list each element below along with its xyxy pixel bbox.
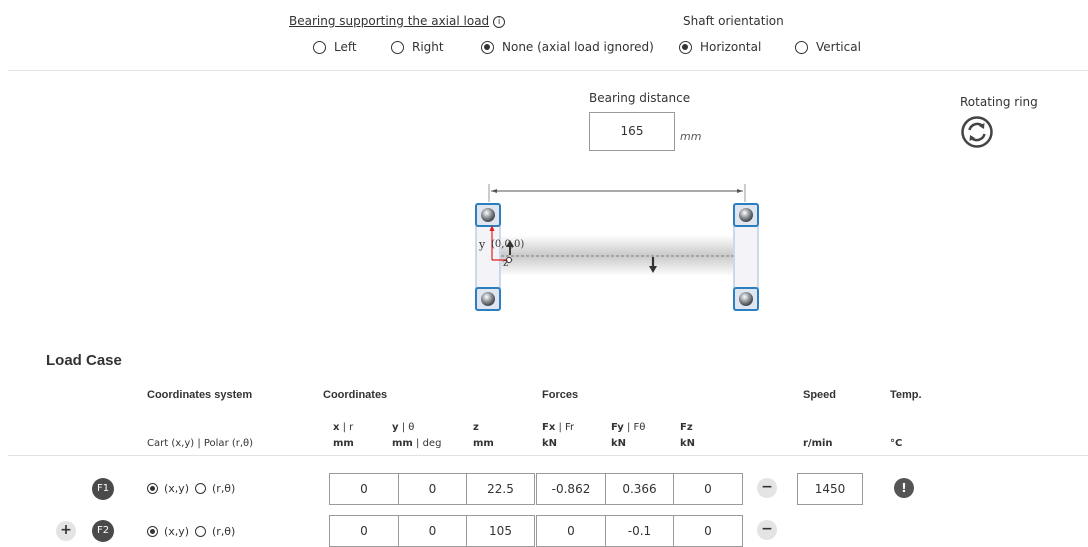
radio-right[interactable] — [391, 40, 404, 54]
f1-cart-radio[interactable] — [147, 483, 158, 494]
x-unit: mm — [333, 438, 354, 449]
header-divider — [8, 455, 1088, 456]
x-header: x | r — [333, 422, 354, 433]
coordinates-header: Coordinates — [323, 389, 388, 401]
f2-polar-radio[interactable] — [195, 526, 206, 537]
f1-x-input[interactable]: 0 — [329, 473, 399, 505]
y-header: y | θ — [392, 422, 415, 433]
bearing-distance-label: Bearing distance — [589, 91, 691, 105]
f1-fy-input[interactable]: 0.366 — [605, 473, 674, 505]
fz-header: Fz — [680, 422, 693, 433]
speed-header: Speed — [803, 389, 837, 401]
coord-system-subheader: Cart (x,y) | Polar (r,θ) — [147, 438, 254, 449]
info-icon[interactable]: i — [493, 16, 506, 28]
origin-label: (0,0,0) — [491, 239, 525, 250]
radio-horizontal[interactable] — [679, 40, 692, 54]
option-label: Horizontal — [700, 40, 762, 54]
f2-cart-option[interactable]: (x,y) — [147, 525, 189, 538]
f1-polar-option[interactable]: (r,θ) — [195, 482, 235, 495]
temp-unit: °C — [890, 438, 903, 449]
shaft-orientation-label: Shaft orientation — [683, 14, 784, 28]
f1-remove-button[interactable]: − — [757, 478, 777, 498]
option-label: Right — [412, 40, 444, 54]
f2-remove-button[interactable]: − — [757, 520, 777, 540]
cart-label: (x,y) — [164, 482, 190, 495]
f2-z-input[interactable]: 105 — [466, 515, 535, 547]
radio-vertical[interactable] — [795, 40, 808, 54]
f2-x-input[interactable]: 0 — [329, 515, 399, 547]
bearing-distance-input[interactable]: 165 — [589, 112, 675, 151]
f1-y-input[interactable]: 0 — [398, 473, 467, 505]
load-f1-badge: F1 — [92, 478, 114, 500]
f2-cart-radio[interactable] — [147, 526, 158, 537]
polar-label: (r,θ) — [212, 525, 236, 538]
orientation-option-vertical[interactable]: Vertical — [795, 40, 861, 54]
y-unit: mm | deg — [392, 438, 442, 449]
option-label: None (axial load ignored) — [502, 40, 654, 54]
load-case-title: Load Case — [46, 352, 122, 369]
f1-fz-input[interactable]: 0 — [673, 473, 743, 505]
orientation-option-horizontal[interactable]: Horizontal — [679, 40, 761, 54]
axial-option-right[interactable]: Right — [391, 40, 444, 54]
option-label: Left — [334, 40, 357, 54]
bearing-distance-unit: mm — [680, 130, 702, 143]
temp-header: Temp. — [890, 389, 922, 401]
axial-load-label: Bearing supporting the axial load i — [289, 14, 506, 28]
rotate-icon[interactable] — [961, 116, 993, 148]
radio-none[interactable] — [481, 40, 494, 54]
f1-z-input[interactable]: 22.5 — [466, 473, 535, 505]
z-header: z — [473, 422, 479, 433]
f2-fx-input[interactable]: 0 — [536, 515, 606, 547]
axis-z-label: z — [503, 258, 509, 269]
option-label: Vertical — [816, 40, 861, 54]
f2-polar-option[interactable]: (r,θ) — [195, 525, 235, 538]
f1-cart-option[interactable]: (x,y) — [147, 482, 189, 495]
axial-load-link[interactable]: Bearing supporting the axial load — [289, 14, 489, 28]
rotating-ring-label: Rotating ring — [960, 95, 1038, 109]
polar-label: (r,θ) — [212, 482, 236, 495]
coord-system-header: Coordinates system — [147, 389, 253, 401]
cart-label: (x,y) — [164, 525, 190, 538]
fy-header: Fy | Fθ — [611, 422, 646, 433]
radio-left[interactable] — [313, 40, 326, 54]
f2-fy-input[interactable]: -0.1 — [605, 515, 674, 547]
add-load-button[interactable]: + — [56, 521, 76, 541]
axial-option-left[interactable]: Left — [313, 40, 357, 54]
fx-unit: kN — [542, 438, 558, 449]
fz-unit: kN — [680, 438, 696, 449]
f1-speed-input[interactable]: 1450 — [797, 473, 863, 505]
f2-y-input[interactable]: 0 — [398, 515, 467, 547]
z-unit: mm — [473, 438, 494, 449]
temperature-warning-icon[interactable]: ! — [894, 478, 914, 498]
load-f2-badge: F2 — [92, 520, 114, 542]
forces-header: Forces — [542, 389, 579, 401]
top-divider — [8, 70, 1088, 71]
fx-header: Fx | Fr — [542, 422, 575, 433]
speed-unit: r/min — [803, 438, 833, 449]
shaft-diagram: y (0,0,0) z — [465, 182, 765, 312]
axis-y-label: y — [479, 238, 486, 251]
axial-option-none[interactable]: None (axial load ignored) — [481, 40, 654, 54]
f2-fz-input[interactable]: 0 — [673, 515, 743, 547]
f1-fx-input[interactable]: -0.862 — [536, 473, 606, 505]
f1-polar-radio[interactable] — [195, 483, 206, 494]
fy-unit: kN — [611, 438, 627, 449]
